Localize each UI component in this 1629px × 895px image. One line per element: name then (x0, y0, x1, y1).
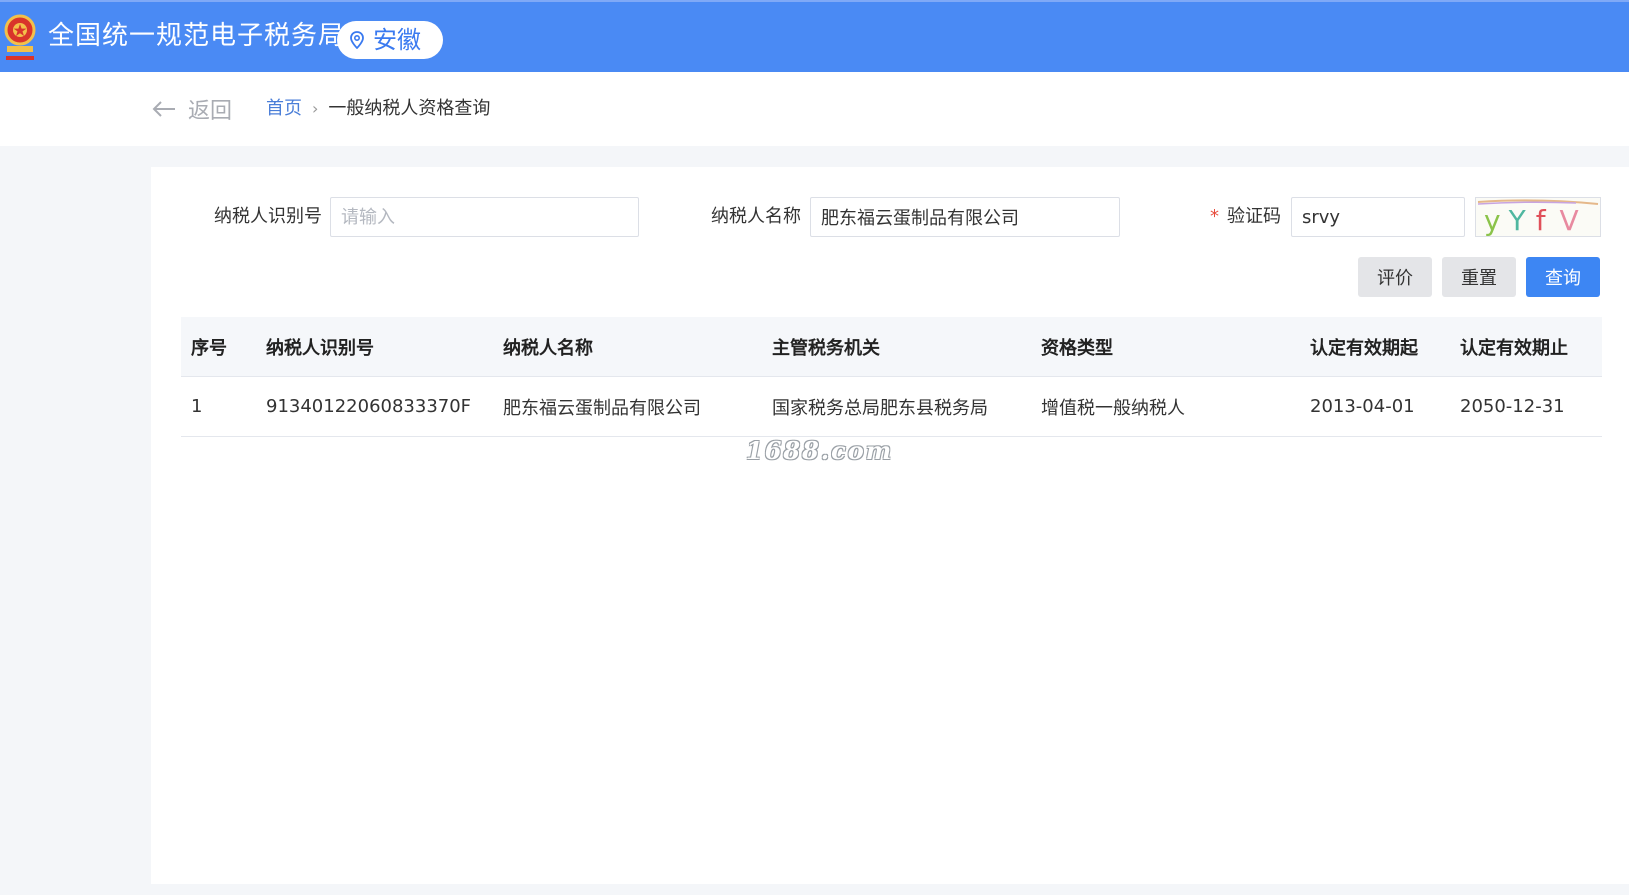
breadcrumb: 首页 › 一般纳税人资格查询 (266, 97, 490, 121)
captcha-char-3: f (1536, 204, 1547, 236)
captcha-text: yYfV (1484, 204, 1579, 236)
query-button[interactable]: 查询 (1526, 257, 1600, 297)
cell-taxpayer-name: 肥东福云蛋制品有限公司 (503, 397, 701, 419)
captcha-input[interactable] (1291, 197, 1465, 237)
column-header-index: 序号 (191, 337, 227, 359)
result-table: 序号 纳税人识别号 纳税人名称 主管税务机关 资格类型 认定有效期起 认定有效期… (181, 317, 1602, 437)
cell-valid-from: 2013-04-01 (1310, 396, 1415, 417)
cell-valid-to: 2050-12-31 (1460, 396, 1565, 417)
watermark: 1688.com (746, 436, 894, 465)
column-header-taxpayer-id: 纳税人识别号 (266, 337, 374, 359)
cell-taxpayer-id: 91340122060833370F (266, 396, 472, 417)
arrow-left-icon (152, 101, 175, 117)
captcha-label: 验证码 (1227, 206, 1281, 227)
top-header: 全国统一规范电子税务局 安徽 (0, 0, 1629, 72)
taxpayer-name-input[interactable] (810, 197, 1120, 237)
back-label: 返回 (188, 99, 233, 124)
location-pin-icon (350, 31, 364, 49)
table-header-row: 序号 纳税人识别号 纳税人名称 主管税务机关 资格类型 认定有效期起 认定有效期… (181, 317, 1602, 377)
column-header-qualification-type: 资格类型 (1041, 337, 1113, 359)
captcha-char-4: V (1560, 204, 1579, 236)
cell-tax-authority: 国家税务总局肥东县税务局 (772, 397, 988, 419)
nav-bar: 返回 首页 › 一般纳税人资格查询 (0, 72, 1629, 146)
column-header-taxpayer-name: 纳税人名称 (503, 337, 593, 359)
breadcrumb-current: 一般纳税人资格查询 (328, 98, 491, 119)
cell-qualification-type: 增值税一般纳税人 (1041, 397, 1185, 419)
taxpayer-name-label: 纳税人名称 (711, 206, 801, 227)
captcha-image[interactable]: yYfV (1475, 197, 1601, 237)
reset-button[interactable]: 重置 (1442, 257, 1516, 297)
taxpayer-id-label: 纳税人识别号 (214, 206, 322, 227)
column-header-tax-authority: 主管税务机关 (772, 337, 880, 359)
region-selector[interactable]: 安徽 (337, 21, 443, 59)
tax-emblem-icon (4, 14, 36, 60)
table-row[interactable]: 1 91340122060833370F 肥东福云蛋制品有限公司 国家税务总局肥… (181, 377, 1602, 437)
captcha-label-group: * 验证码 (1210, 197, 1281, 237)
breadcrumb-separator: › (312, 99, 319, 118)
region-label: 安徽 (373, 26, 421, 54)
cell-index: 1 (191, 396, 203, 417)
column-header-valid-to: 认定有效期止 (1460, 337, 1568, 359)
app-title: 全国统一规范电子税务局 (48, 21, 346, 51)
back-button[interactable]: 返回 (152, 94, 232, 124)
captcha-char-1: y (1484, 204, 1501, 236)
required-mark: * (1210, 206, 1219, 227)
captcha-char-2: Y (1508, 204, 1527, 236)
breadcrumb-home-link[interactable]: 首页 (266, 97, 302, 121)
taxpayer-id-input[interactable] (330, 197, 639, 237)
evaluate-button[interactable]: 评价 (1358, 257, 1432, 297)
column-header-valid-from: 认定有效期起 (1310, 337, 1418, 359)
captcha-graphic: yYfV (1477, 199, 1599, 237)
